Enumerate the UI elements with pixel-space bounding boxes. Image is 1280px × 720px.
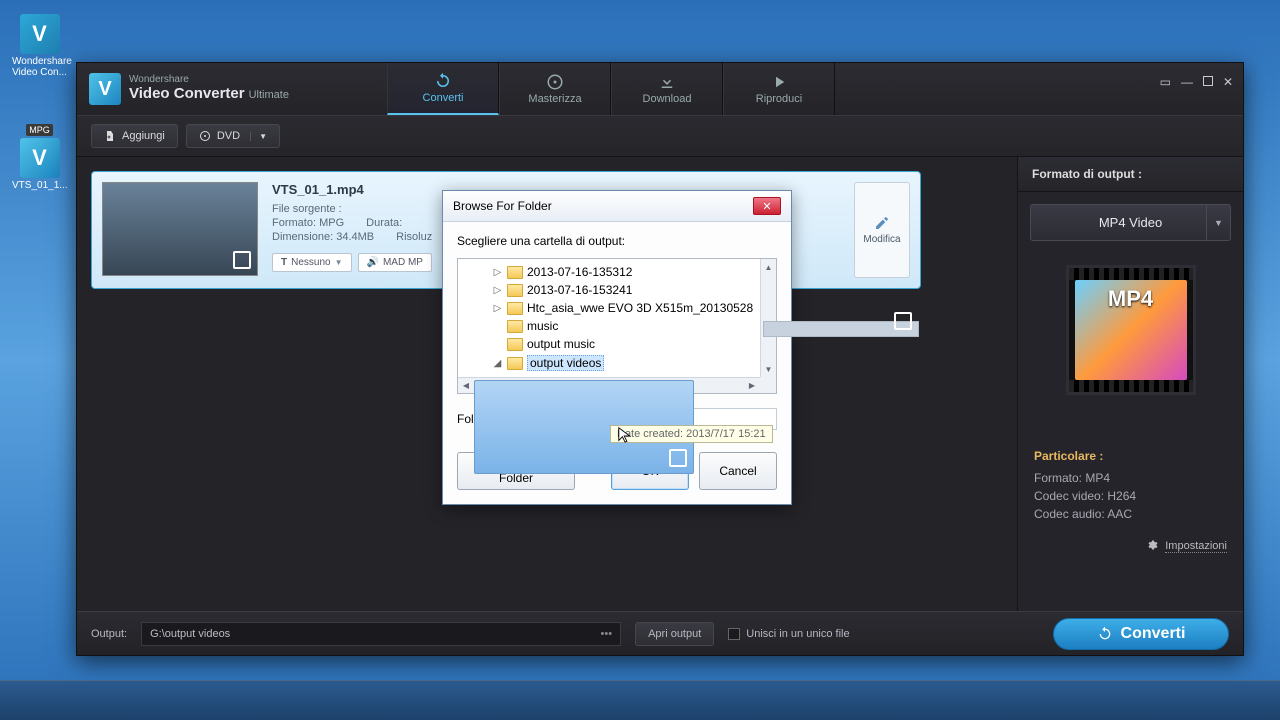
toolbar: Aggiungi DVD ▼ <box>77 115 1243 157</box>
folder-name: output music <box>527 337 595 351</box>
close-button[interactable]: ✕ <box>1223 75 1233 89</box>
browse-button[interactable]: ••• <box>601 628 613 640</box>
scroll-up-icon[interactable]: ▲ <box>761 259 776 275</box>
tooltip: Date created: 2013/7/17 15:21 <box>610 425 773 443</box>
titlebar: V Wondershare Video ConverterUltimate Co… <box>77 63 1243 115</box>
edit-button[interactable]: Modifica <box>854 182 910 278</box>
scroll-thumb[interactable] <box>763 321 919 337</box>
scroll-left-icon[interactable]: ◀ <box>458 378 474 393</box>
details-header: Particolare : <box>1034 449 1227 463</box>
output-panel: Formato di output : MP4 Video ▼ MP4 Part… <box>1017 157 1243 611</box>
folder-name: music <box>527 319 558 333</box>
scroll-down-icon[interactable]: ▼ <box>761 361 776 377</box>
detail-audio-codec: Codec audio: AAC <box>1034 507 1227 521</box>
output-format-header: Formato di output : <box>1018 157 1243 192</box>
dialog-titlebar[interactable]: Browse For Folder ✕ <box>443 191 791 222</box>
format-preview: MP4 <box>1066 265 1196 395</box>
folder-tree-item[interactable]: ▷ Htc_asia_wwe EVO 3D X515m_20130528 <box>458 299 760 317</box>
expand-icon[interactable]: ▷ <box>492 267 503 278</box>
tab-riproduci[interactable]: Riproduci <box>723 63 835 115</box>
video-thumbnail[interactable] <box>102 182 258 276</box>
folder-icon <box>507 320 523 333</box>
audio-select[interactable]: 🔊MAD MP <box>358 253 432 272</box>
chevron-down-icon[interactable]: ▼ <box>1206 205 1230 240</box>
folder-icon <box>507 284 523 297</box>
chevron-down-icon[interactable]: ▼ <box>250 132 267 141</box>
tab-converti[interactable]: Converti <box>387 63 499 115</box>
settings-link[interactable]: Impostazioni <box>1165 540 1227 553</box>
disc-icon <box>199 130 211 142</box>
folder-tree-item[interactable]: music <box>458 317 760 335</box>
output-label: Output: <box>91 628 127 640</box>
merge-checkbox[interactable]: Unisci in un unico file <box>728 628 849 640</box>
expand-icon[interactable]: ◢ <box>492 358 503 369</box>
expand-icon[interactable]: ▷ <box>492 303 503 314</box>
horizontal-scrollbar[interactable]: ◀ ▶ <box>458 377 760 393</box>
folder-icon <box>507 338 523 351</box>
folder-tree-item[interactable]: ◢ output videos <box>458 353 760 373</box>
convert-button[interactable]: Converti <box>1053 618 1229 650</box>
download-icon <box>658 73 676 91</box>
dialog-close-button[interactable]: ✕ <box>753 197 781 215</box>
add-button[interactable]: Aggiungi <box>91 124 178 148</box>
desktop-icon-label: VTS_01_1... <box>12 180 67 191</box>
gear-icon <box>1146 539 1158 551</box>
footer: Output: G:\output videos ••• Apri output… <box>77 611 1243 655</box>
dialog-instruction: Scegliere una cartella di output: <box>457 234 777 248</box>
cancel-button[interactable]: Cancel <box>699 452 777 490</box>
dialog-title: Browse For Folder <box>453 199 552 213</box>
play-icon <box>770 73 788 91</box>
refresh-icon <box>434 72 452 90</box>
detail-video-codec: Codec video: H264 <box>1034 489 1227 503</box>
menu-icon[interactable]: ▭ <box>1160 75 1171 89</box>
browse-folder-dialog: Browse For Folder ✕ Scegliere una cartel… <box>442 190 792 505</box>
folder-icon <box>507 266 523 279</box>
vertical-scrollbar[interactable]: ▲ ▼ <box>760 259 776 377</box>
open-output-button[interactable]: Apri output <box>635 622 714 646</box>
subtitle-select[interactable]: TNessuno▼ <box>272 253 352 272</box>
desktop-icon-vts-file[interactable]: MPG V VTS_01_1... <box>12 124 67 191</box>
tab-masterizza[interactable]: Masterizza <box>499 63 611 115</box>
dvd-button[interactable]: DVD ▼ <box>186 124 280 148</box>
folder-tree-item[interactable]: ▷ 2013-07-16-135312 <box>458 263 760 281</box>
desktop-icon-label: Wondershare Video Con... <box>12 56 67 78</box>
folder-name: output videos <box>527 355 604 371</box>
checkbox-icon <box>728 628 740 640</box>
folder-tree-item[interactable]: ▷ 2013-07-16-153241 <box>458 281 760 299</box>
folder-name: 2013-07-16-135312 <box>527 265 632 279</box>
speaker-icon: 🔊 <box>367 257 379 268</box>
detail-formato: Formato: MP4 <box>1034 471 1227 485</box>
output-path-field[interactable]: G:\output videos ••• <box>141 622 621 646</box>
minimize-button[interactable]: — <box>1181 75 1193 89</box>
folder-tree-item[interactable]: output music <box>458 335 760 353</box>
desktop-icon-wondershare[interactable]: V Wondershare Video Con... <box>12 14 67 78</box>
disc-icon <box>546 73 564 91</box>
folder-name: Htc_asia_wwe EVO 3D X515m_20130528 <box>527 301 753 315</box>
folder-tree: ▷ 2013-07-16-135312 ▷ 2013-07-16-153241 ▷ Htc… <box>457 258 777 394</box>
scroll-right-icon[interactable]: ▶ <box>744 378 760 393</box>
pencil-icon <box>874 215 890 231</box>
folder-icon <box>507 357 523 370</box>
output-format-select[interactable]: MP4 Video ▼ <box>1030 204 1231 241</box>
folder-icon <box>507 302 523 315</box>
maximize-button[interactable] <box>1203 75 1213 89</box>
folder-name: 2013-07-16-153241 <box>527 283 632 297</box>
expand-icon[interactable]: ▷ <box>492 285 503 296</box>
taskbar[interactable] <box>0 680 1280 720</box>
app-logo: V Wondershare Video ConverterUltimate <box>89 73 289 105</box>
tab-download[interactable]: Download <box>611 63 723 115</box>
refresh-icon <box>1097 626 1113 642</box>
file-plus-icon <box>104 130 116 142</box>
